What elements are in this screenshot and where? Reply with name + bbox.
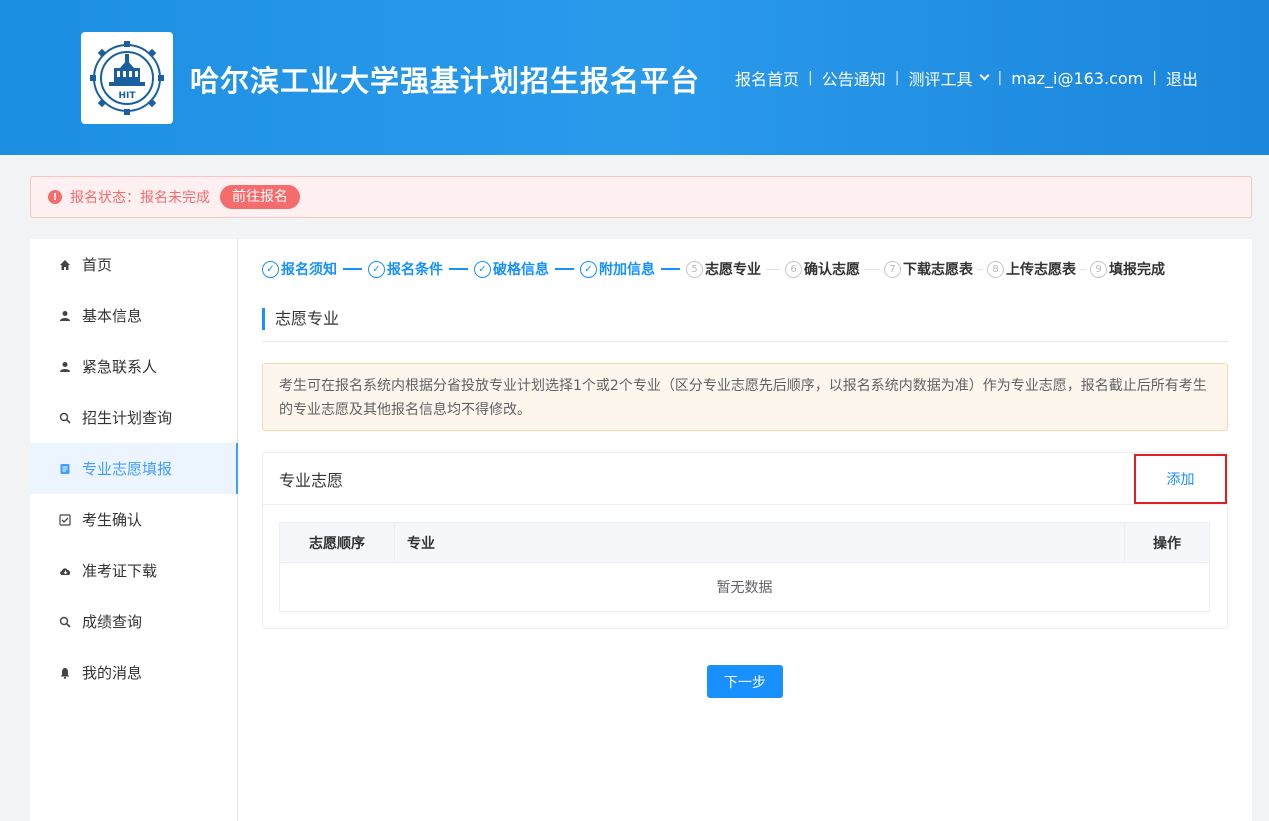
document-icon (58, 463, 72, 475)
sidebar-item-enrollment-plan[interactable]: 招生计划查询 (30, 392, 237, 443)
sidebar-item-my-messages[interactable]: 我的消息 (30, 647, 237, 698)
step-connector (449, 268, 468, 270)
cloud-icon (58, 565, 72, 577)
step-number-circle: 6 (785, 260, 802, 278)
registration-status-alert: ! 报名状态：报名未完成 前往报名 (30, 176, 1252, 218)
progress-steps: ✓ 报名须知 ✓ 报名条件 ✓ 破格信息 ✓ 附加信息 5 志愿专业 6 确认志… (262, 259, 1165, 279)
step-connector (1080, 268, 1086, 270)
table-header: 志愿顺序 专业 操作 (280, 523, 1209, 563)
notice-alert: 考生可在报名系统内根据分省投放专业计划选择1个或2个专业（区分专业志愿先后顺序，… (262, 363, 1228, 431)
check-circle-icon: ✓ (474, 260, 491, 278)
registration-status-text: 报名状态：报名未完成 (70, 190, 210, 206)
bell-icon (58, 667, 72, 679)
step-registration-conditions: ✓ 报名条件 (368, 259, 443, 279)
check-circle-icon: ✓ (262, 260, 279, 278)
step-number-circle: 7 (884, 260, 901, 278)
step-connector (661, 268, 680, 270)
header: HIT 哈尔滨工业大学强基计划招生报名平台 报名首页 | 公告通知 | 测评工具… (0, 0, 1269, 155)
step-major-preference: 5 志愿专业 (686, 259, 761, 279)
step-number-circle: 8 (987, 260, 1004, 278)
step-exceptional-info: ✓ 破格信息 (474, 259, 549, 279)
sidebar-item-emergency-contact[interactable]: 紧急联系人 (30, 341, 237, 392)
preference-table: 志愿顺序 专业 操作 暂无数据 (279, 522, 1210, 612)
nav-logout-link[interactable]: 退出 (1166, 66, 1198, 90)
add-preference-button[interactable]: 添加 (1134, 454, 1227, 504)
chevron-down-icon (980, 70, 990, 81)
table-empty-text: 暂无数据 (716, 580, 773, 596)
step-label: 填报完成 (1109, 262, 1165, 278)
sidebar-item-label: 紧急联系人 (82, 358, 158, 376)
step-connector (977, 268, 983, 270)
home-icon (58, 259, 72, 271)
step-additional-info: ✓ 附加信息 (580, 259, 655, 279)
sidebar-item-home[interactable]: 首页 (30, 239, 237, 290)
step-label: 上传志愿表 (1006, 262, 1076, 278)
step-label: 确认志愿 (804, 262, 860, 278)
sidebar-item-admission-ticket[interactable]: 准考证下载 (30, 545, 237, 596)
sidebar-item-label: 准考证下载 (82, 562, 158, 580)
divider (262, 341, 1228, 342)
nav-assessment-tools-dropdown[interactable]: 测评工具 (908, 66, 990, 90)
step-connector (343, 268, 362, 270)
step-label: 报名须知 (281, 262, 337, 278)
step-confirm-preference: 6 确认志愿 (785, 259, 860, 279)
check-circle-icon: ✓ (368, 260, 385, 278)
step-connector (555, 268, 574, 270)
step-label: 下载志愿表 (903, 262, 973, 278)
error-icon: ! (48, 190, 62, 204)
card-header: 专业志愿 添加 (263, 453, 1227, 505)
search-icon (58, 412, 72, 424)
sidebar-item-label: 我的消息 (82, 664, 143, 682)
step-upload-form: 8 上传志愿表 (987, 259, 1076, 279)
step-complete: 9 填报完成 (1090, 259, 1165, 279)
go-register-button[interactable]: 前往报名 (220, 185, 300, 209)
step-connector (865, 268, 879, 270)
nav-separator: | (808, 70, 813, 86)
user-icon (58, 310, 72, 322)
step-number-circle: 9 (1090, 260, 1107, 278)
site-title: 哈尔滨工业大学强基计划招生报名平台 (190, 64, 701, 98)
checkbox-icon (58, 513, 72, 526)
nav-separator: | (997, 70, 1003, 86)
step-label: 报名条件 (387, 262, 443, 278)
hit-logo: HIT (81, 32, 173, 124)
nav-separator: | (1152, 70, 1157, 86)
main-content: ✓ 报名须知 ✓ 报名条件 ✓ 破格信息 ✓ 附加信息 5 志愿专业 6 确认志… (238, 239, 1252, 821)
sidebar-item-candidate-confirm[interactable]: 考生确认 (30, 494, 237, 545)
top-nav: 报名首页 | 公告通知 | 测评工具 | maz_i@163.com | 退出 (735, 66, 1198, 90)
step-label: 志愿专业 (705, 262, 761, 278)
step-label: 破格信息 (493, 262, 549, 278)
section-title: 志愿专业 (262, 308, 339, 330)
column-header-order: 志愿顺序 (280, 523, 395, 562)
next-step-button[interactable]: 下一步 (707, 665, 783, 698)
card-title: 专业志愿 (279, 470, 344, 490)
nav-home-link[interactable]: 报名首页 (735, 66, 799, 90)
step-download-form: 7 下载志愿表 (884, 259, 973, 279)
step-registration-notice: ✓ 报名须知 (262, 259, 337, 279)
logo-text: HIT (118, 91, 136, 101)
step-number-circle: 5 (686, 260, 703, 278)
search-icon (58, 616, 72, 628)
sidebar: 首页 基本信息 紧急联系人 招生计划查询 专业志愿填报 考生确认 准考证下载 成… (30, 239, 238, 821)
sidebar-item-basic-info[interactable]: 基本信息 (30, 290, 237, 341)
step-label: 附加信息 (599, 262, 655, 278)
check-circle-icon: ✓ (580, 260, 597, 278)
sidebar-item-label: 成绩查询 (82, 613, 143, 631)
sidebar-item-label: 首页 (82, 256, 113, 274)
sidebar-item-score-query[interactable]: 成绩查询 (30, 596, 237, 647)
sidebar-item-label: 招生计划查询 (82, 409, 173, 427)
nav-user-email[interactable]: maz_i@163.com (1011, 69, 1143, 88)
major-preference-card: 专业志愿 添加 志愿顺序 专业 操作 暂无数据 (262, 452, 1228, 629)
sidebar-item-label: 考生确认 (82, 511, 143, 529)
step-connector (766, 268, 780, 270)
sidebar-item-label: 基本信息 (82, 307, 143, 325)
user-icon (58, 361, 72, 373)
sidebar-item-label: 专业志愿填报 (82, 460, 173, 478)
column-header-actions: 操作 (1153, 535, 1181, 552)
column-header-major: 专业 (395, 523, 1125, 562)
nav-separator: | (894, 70, 900, 86)
nav-announcements-link[interactable]: 公告通知 (822, 66, 886, 90)
nav-assessment-tools-label: 测评工具 (908, 70, 973, 89)
sidebar-item-major-preference[interactable]: 专业志愿填报 (30, 443, 238, 494)
